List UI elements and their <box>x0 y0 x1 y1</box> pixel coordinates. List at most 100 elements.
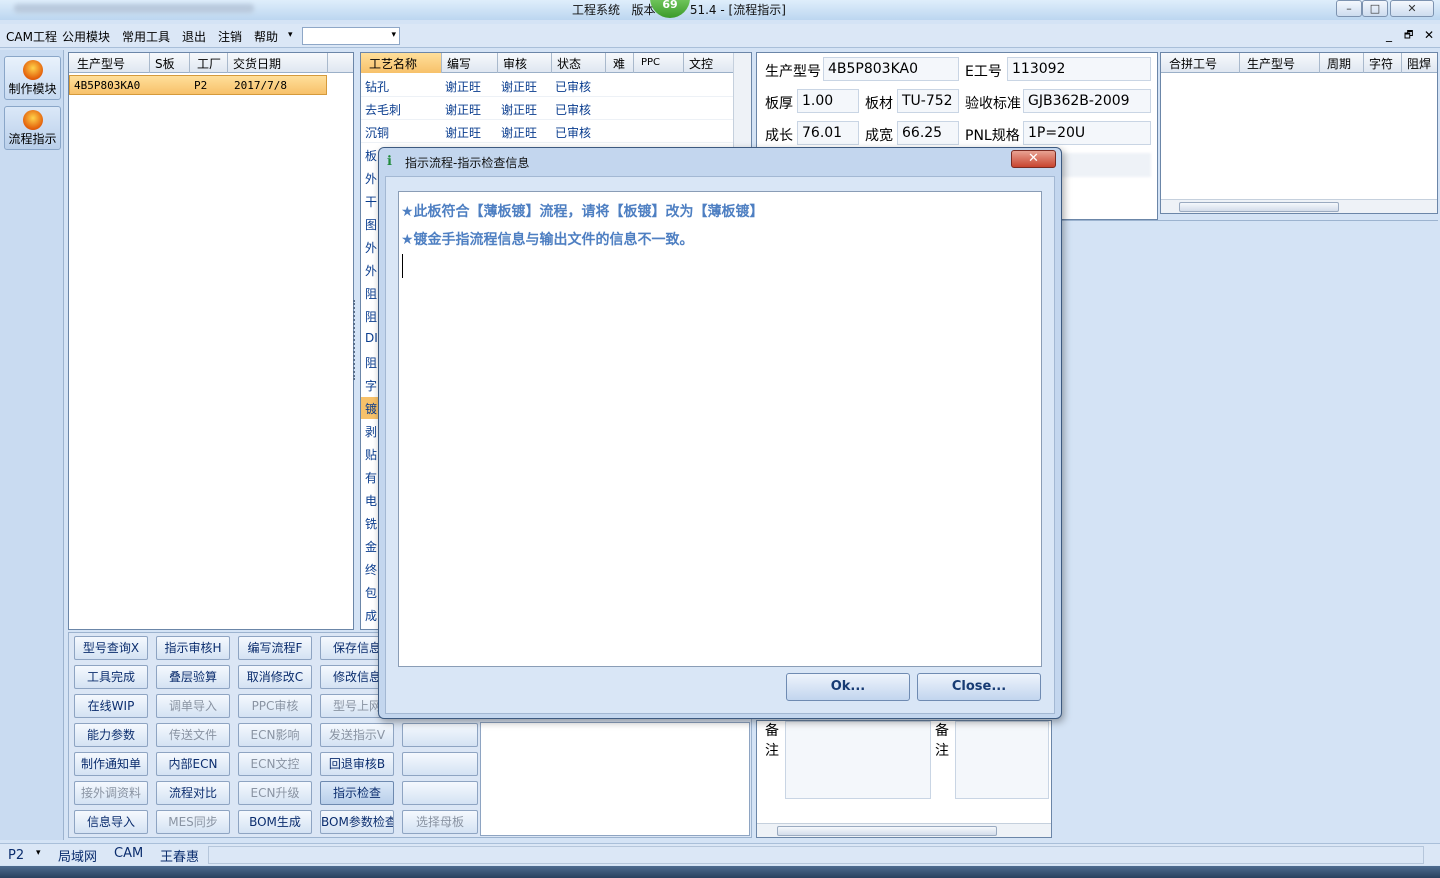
col-difficulty[interactable]: 难 <box>613 55 625 72</box>
mdi-restore-button[interactable]: 🗗 <box>1404 28 1413 45</box>
dialog-close-button[interactable]: ✕ <box>1011 150 1056 168</box>
action-button[interactable]: 编写流程F <box>238 636 312 660</box>
list-item[interactable]: 金 <box>361 535 379 557</box>
col-delivery-date[interactable]: 交货日期 <box>233 55 281 72</box>
action-button[interactable]: 工具完成 <box>74 665 148 689</box>
list-item[interactable]: 外 <box>361 259 379 281</box>
field-pnl[interactable]: 1P=20U <box>1023 121 1151 145</box>
action-button[interactable] <box>402 781 478 805</box>
field-thickness[interactable]: 1.00 <box>797 89 859 113</box>
message-textarea[interactable]: ★此板符合【薄板镀】流程，请将【板镀】改为【薄板镀】 ★镀金手指流程信息与输出文… <box>398 191 1042 667</box>
action-button[interactable]: 流程对比 <box>156 781 230 805</box>
list-item[interactable]: 字 <box>361 374 379 396</box>
menu-help[interactable]: 帮助 <box>254 28 278 45</box>
remarks-hscroll[interactable] <box>757 823 1051 837</box>
list-item[interactable]: 镀 <box>361 397 379 419</box>
list-item[interactable]: 电 <box>361 489 379 511</box>
minimize-button[interactable]: – <box>1336 0 1362 17</box>
sidebar-item-make-module[interactable]: 制作模块 <box>4 56 61 100</box>
action-button[interactable]: BOM参数检查 <box>320 810 394 834</box>
action-button[interactable]: 发送指示V <box>320 723 394 747</box>
col-model[interactable]: 生产型号 <box>77 55 125 72</box>
menu-common-module[interactable]: 公用模块 <box>62 28 110 45</box>
list-item[interactable]: 干 <box>361 190 379 212</box>
action-button[interactable]: BOM生成 <box>238 810 312 834</box>
list-item[interactable]: 剥 <box>361 420 379 442</box>
list-item[interactable]: 阻 <box>361 351 379 373</box>
col-status[interactable]: 状态 <box>557 55 581 72</box>
col-merge-job[interactable]: 合拼工号 <box>1169 55 1217 72</box>
col-factory[interactable]: 工厂 <box>197 55 221 72</box>
sidebar-item-process-instruction[interactable]: 流程指示 <box>4 106 61 150</box>
action-button[interactable]: 型号查询X <box>74 636 148 660</box>
action-button[interactable]: ECN文控 <box>238 752 312 776</box>
action-button[interactable]: ECN升级 <box>238 781 312 805</box>
toolbar-combo[interactable]: ▾ <box>302 27 400 45</box>
mdi-minimize-button[interactable]: _ <box>1386 28 1392 42</box>
list-item[interactable]: 铣 <box>361 512 379 534</box>
action-button[interactable]: PPC审核 <box>238 694 312 718</box>
list-item[interactable]: DI <box>361 328 379 350</box>
field-material[interactable]: TU-752 <box>897 89 959 113</box>
action-button[interactable]: 在线WIP <box>74 694 148 718</box>
list-item[interactable]: 阻 <box>361 305 379 327</box>
remarks-field[interactable] <box>955 721 1049 799</box>
maximize-button[interactable]: □ <box>1362 0 1388 17</box>
table-row[interactable]: 去毛刺 谢正旺 谢正旺 已审核 <box>361 98 733 120</box>
list-item[interactable]: 外 <box>361 167 379 189</box>
table-row[interactable]: 沉铜 谢正旺 谢正旺 已审核 <box>361 121 733 143</box>
action-button[interactable]: 内部ECN <box>156 752 230 776</box>
action-button[interactable]: 制作通知单 <box>74 752 148 776</box>
action-button[interactable]: 叠层验算 <box>156 665 230 689</box>
ok-button[interactable]: Ok... <box>786 673 910 701</box>
list-item[interactable]: 图 <box>361 213 379 235</box>
action-button[interactable]: 回退审核B <box>320 752 394 776</box>
action-button[interactable]: 指示审核H <box>156 636 230 660</box>
close-button[interactable]: ✕ <box>1390 0 1434 17</box>
col-reviewer[interactable]: 审核 <box>503 55 527 72</box>
menu-cam[interactable]: CAM工程 <box>6 28 57 45</box>
action-button[interactable]: 信息导入 <box>74 810 148 834</box>
action-button[interactable]: 能力参数 <box>74 723 148 747</box>
field-width[interactable]: 66.25 <box>897 121 959 145</box>
menu-tools[interactable]: 常用工具 <box>122 28 170 45</box>
list-item[interactable]: 外 <box>361 236 379 258</box>
factory-select[interactable]: P2 <box>8 848 24 863</box>
list-item[interactable]: 板 <box>361 144 379 166</box>
merge-grid-hscroll[interactable] <box>1161 199 1437 213</box>
menu-exit[interactable]: 退出 <box>182 28 206 45</box>
action-button[interactable]: 调单导入 <box>156 694 230 718</box>
field-eno[interactable]: 113092 <box>1007 57 1151 81</box>
table-row[interactable]: 4B5P803KA0 P2 2017/7/8 <box>69 75 327 95</box>
action-button[interactable] <box>402 723 478 747</box>
action-button[interactable] <box>402 752 478 776</box>
action-button[interactable]: 取消修改C <box>238 665 312 689</box>
mdi-close-button[interactable]: ✕ <box>1424 28 1434 42</box>
col-writer[interactable]: 编写 <box>447 55 471 72</box>
splitter-handle[interactable] <box>353 300 358 380</box>
field-model[interactable]: 4B5P803KA0 <box>823 57 959 81</box>
col-s-board[interactable]: S板 <box>155 55 175 72</box>
list-item[interactable]: 包 <box>361 581 379 603</box>
list-item[interactable]: 成 <box>361 604 379 626</box>
action-button[interactable]: 指示检查 <box>320 781 394 805</box>
list-item[interactable]: 终 <box>361 558 379 580</box>
list-item[interactable]: 有 <box>361 466 379 488</box>
field-length[interactable]: 76.01 <box>797 121 859 145</box>
col-doc-control[interactable]: 文控 <box>689 55 713 72</box>
menu-logout[interactable]: 注销 <box>218 28 242 45</box>
action-button[interactable]: ECN影响 <box>238 723 312 747</box>
table-row[interactable]: 钻孔 谢正旺 谢正旺 已审核 <box>361 75 733 97</box>
action-button[interactable]: 传送文件 <box>156 723 230 747</box>
chevron-down-icon[interactable]: ▾ <box>288 30 293 40</box>
col-process-name[interactable]: 工艺名称 <box>369 55 417 72</box>
col-mask[interactable]: 阻焊 <box>1407 55 1431 72</box>
col-merge-model[interactable]: 生产型号 <box>1247 55 1295 72</box>
list-item[interactable]: 贴 <box>361 443 379 465</box>
col-char[interactable]: 字符 <box>1369 55 1393 72</box>
col-cycle[interactable]: 周期 <box>1327 55 1351 72</box>
action-button[interactable]: MES同步 <box>156 810 230 834</box>
dialog-close-text-button[interactable]: Close... <box>917 673 1041 701</box>
list-item[interactable]: 阻 <box>361 282 379 304</box>
field-standard[interactable]: GJB362B-2009 <box>1023 89 1151 113</box>
